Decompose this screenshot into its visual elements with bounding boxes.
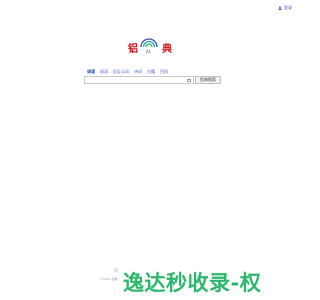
logo-char-left: 铝 xyxy=(128,44,138,55)
site-logo[interactable]: 铝 AL 典 xyxy=(122,33,182,57)
user-icon xyxy=(278,6,282,10)
tab-words[interactable]: 词语 xyxy=(87,69,95,75)
login-link[interactable]: 登录 xyxy=(278,5,292,11)
tab-classics[interactable]: 古籍 xyxy=(147,69,155,75)
tab-poetry[interactable]: 诗词 xyxy=(134,69,142,75)
search-tabs: 词语 成语 近反义词 诗词 古籍 百科 xyxy=(87,69,168,75)
watermark-text: 逸达秒收录-权 xyxy=(123,271,262,295)
tab-idioms[interactable]: 成语 xyxy=(100,69,108,75)
search-input[interactable] xyxy=(85,87,193,94)
search-button[interactable]: 铝典搜索 xyxy=(195,76,221,84)
tab-synonyms[interactable]: 近反义词 xyxy=(113,69,129,75)
footer-copyright: ©2024 铝典 xyxy=(100,277,118,281)
search-bar: 铝典搜索 xyxy=(84,76,221,94)
login-label: 登录 xyxy=(284,5,292,10)
keyboard-icon[interactable] xyxy=(187,79,191,82)
logo-subtext: AL xyxy=(146,49,151,54)
search-input-box[interactable] xyxy=(84,76,194,94)
tab-encyclopedia[interactable]: 百科 xyxy=(160,69,168,75)
logo-arc-icon xyxy=(140,38,158,48)
footer-link[interactable]: 帮 xyxy=(114,268,118,274)
logo-char-right: 典 xyxy=(162,44,172,55)
